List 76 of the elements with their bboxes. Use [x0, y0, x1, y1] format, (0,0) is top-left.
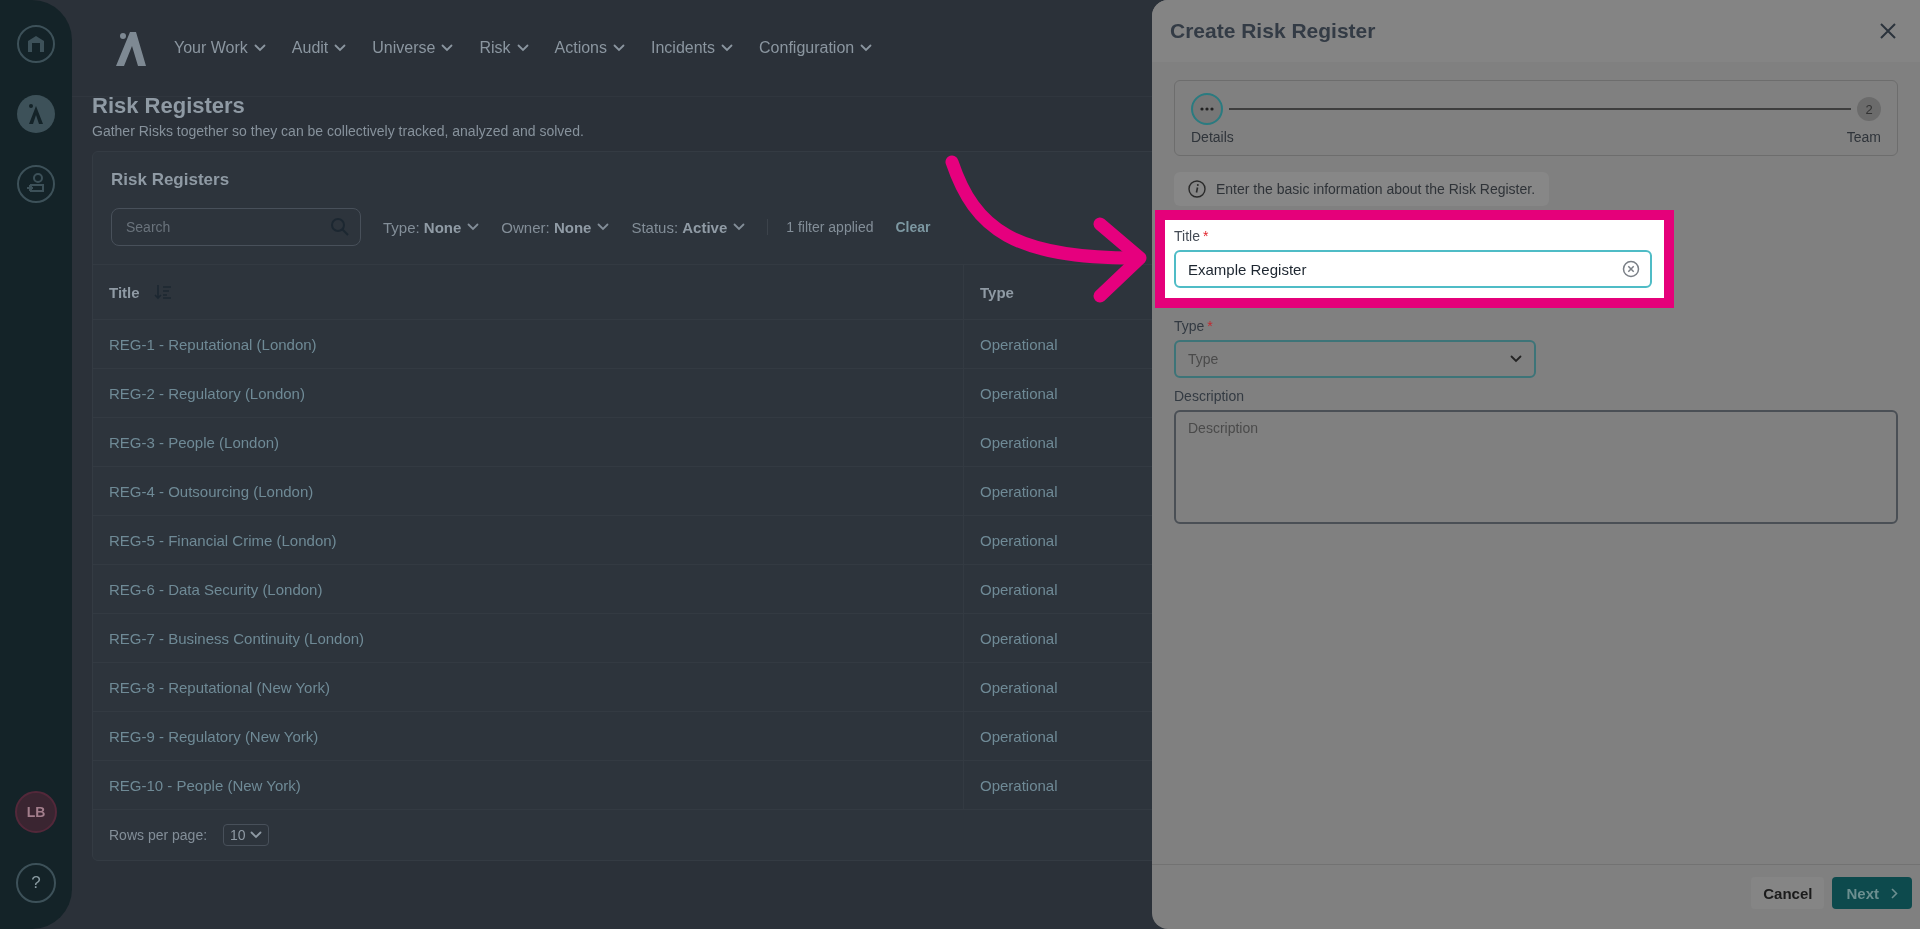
search-field[interactable]: Search [111, 208, 361, 246]
page-title: Risk Registers [92, 93, 245, 119]
rows-per-page-label: Rows per page: [109, 827, 208, 843]
table-cell: REG-10 - People (New York) [109, 776, 301, 794]
table-cell: Operational [980, 433, 1058, 451]
table-cell: Operational [980, 727, 1058, 745]
nav-menu[interactable]: Actions [554, 39, 625, 57]
step-indicator[interactable] [1191, 93, 1223, 125]
close-icon[interactable] [1878, 21, 1898, 41]
chevron-down-icon [441, 44, 454, 52]
table-cell: Operational [980, 482, 1058, 500]
column-header[interactable]: Title [109, 283, 140, 301]
filter-dropdown[interactable]: Owner: None [501, 218, 610, 236]
help-button[interactable]: ? [16, 863, 56, 903]
chevron-down-icon [334, 44, 347, 52]
table-cell: REG-9 - Regulatory (New York) [109, 727, 319, 745]
home-icon[interactable] [16, 24, 56, 64]
filter-dropdown[interactable]: Status: Active [631, 218, 746, 236]
logo-icon[interactable] [16, 94, 56, 134]
nav-menu[interactable]: Your Work [174, 39, 266, 57]
filter-dropdown[interactable]: Type: None [383, 218, 480, 236]
filter-count: 1 filter applied [767, 219, 874, 235]
table-cell: Operational [980, 335, 1058, 353]
chevron-down-icon [1510, 355, 1522, 363]
table-cell: Operational [980, 531, 1058, 549]
rows-per-page-select[interactable]: 10 [223, 824, 269, 846]
table-cell: Operational [980, 384, 1058, 402]
chevron-right-icon [1891, 887, 1898, 899]
table-cell: REG-6 - Data Security (London) [109, 580, 323, 598]
table-cell: REG-4 - Outsourcing (London) [109, 482, 314, 500]
column-header[interactable]: Type [980, 283, 1014, 301]
table-cell: Operational [980, 629, 1058, 647]
card-title: Risk Registers [111, 170, 230, 190]
info-icon [1188, 180, 1206, 198]
table-cell: REG-3 - People (London) [109, 433, 280, 451]
chevron-down-icon [733, 223, 746, 231]
table-cell: Operational [980, 580, 1058, 598]
table-cell: Operational [980, 776, 1058, 794]
table-cell: REG-2 - Regulatory (London) [109, 384, 305, 402]
clear-link[interactable]: Clear [895, 219, 931, 235]
field-label: Type [1174, 318, 1205, 334]
nav-menu[interactable]: Audit [291, 39, 347, 57]
clear-icon[interactable] [1622, 260, 1640, 278]
person-add-icon[interactable] [16, 164, 56, 204]
nav-menu[interactable]: Universe [372, 39, 454, 57]
chevron-down-icon [467, 223, 480, 231]
nav-menu[interactable]: Configuration [759, 39, 873, 57]
field-label: Description [1174, 388, 1245, 404]
chevron-down-icon [597, 223, 610, 231]
chevron-down-icon [249, 831, 262, 839]
title-input[interactable]: Example Register [1174, 250, 1652, 288]
table-cell: REG-5 - Financial Crime (London) [109, 531, 337, 549]
chevron-down-icon [721, 44, 734, 52]
chevron-down-icon [253, 44, 266, 52]
chevron-down-icon [613, 44, 625, 52]
cancel-button[interactable]: Cancel [1751, 877, 1825, 909]
required-mark: * [1207, 318, 1213, 334]
field-label: Title [1174, 228, 1200, 244]
user-avatar[interactable]: LB [15, 791, 57, 833]
required-mark: * [1202, 228, 1209, 244]
table-cell: REG-1 - Reputational (London) [109, 335, 317, 353]
logo-icon[interactable] [114, 30, 148, 66]
table-cell: REG-7 - Business Continuity (London) [109, 629, 365, 647]
panel-title: Create Risk Register [1170, 19, 1376, 43]
step-label: Team [1846, 129, 1881, 145]
chevron-down-icon [516, 44, 529, 52]
nav-menu[interactable]: Incidents [651, 39, 734, 57]
table-cell: REG-8 - Reputational (New York) [109, 678, 330, 696]
nav-menu[interactable]: Risk [479, 39, 529, 57]
next-button[interactable]: Next [1832, 877, 1912, 909]
chevron-down-icon [860, 44, 873, 52]
table-cell: Operational [980, 678, 1058, 696]
info-text: Enter the basic information about the Risk Register. [1216, 181, 1536, 197]
step-label: Details [1191, 129, 1234, 145]
page-subtitle: Gather Risks together so they can be collectively tracked, analyzed and solved. [92, 123, 584, 139]
step-indicator[interactable]: 2 [1857, 97, 1881, 121]
